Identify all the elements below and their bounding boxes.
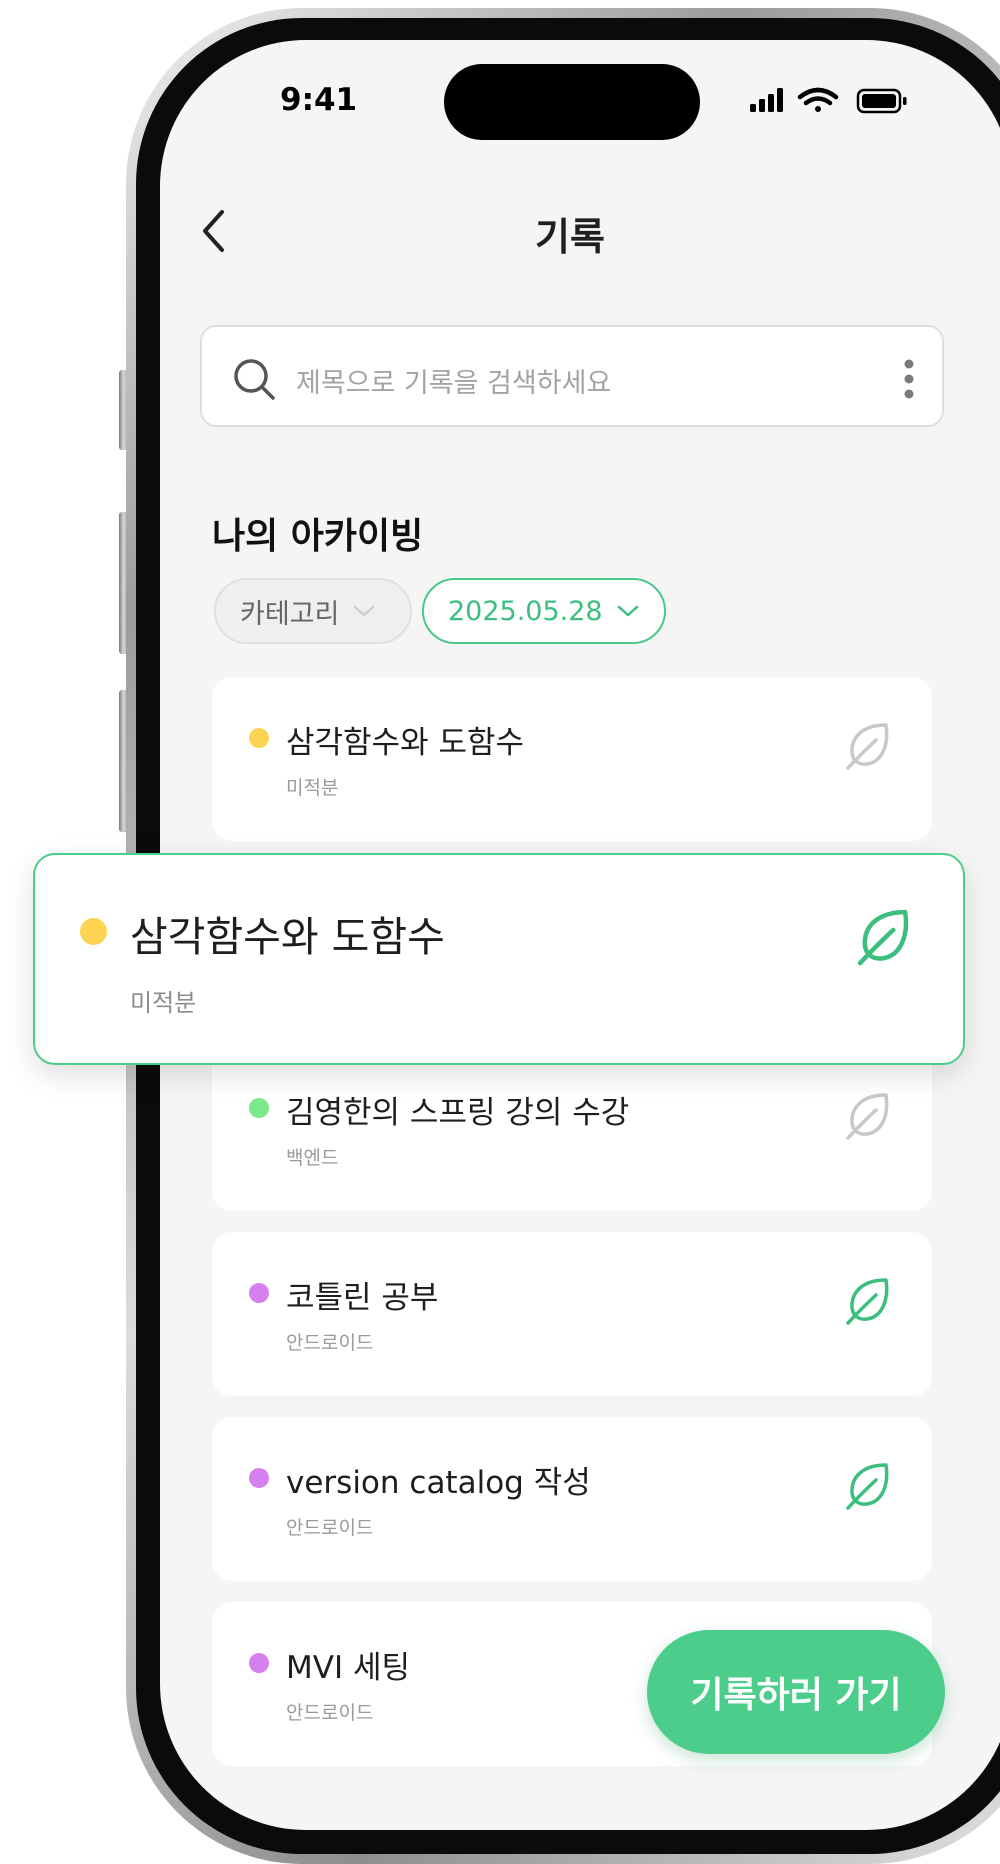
go-record-button[interactable]: 기록하러 가기 — [647, 1630, 945, 1754]
category-filter-label: 카테고리 — [240, 598, 340, 630]
category-dot — [249, 1098, 269, 1118]
record-category: 백엔드 — [286, 1147, 339, 1169]
back-button[interactable] — [200, 208, 228, 258]
record-card[interactable]: 김영한의 스프링 강의 수강 백엔드 — [212, 1047, 932, 1211]
record-category: 안드로이드 — [286, 1702, 374, 1724]
record-category: 미적분 — [286, 777, 339, 799]
leaf-icon[interactable] — [842, 719, 896, 777]
record-title: MVI 세팅 — [286, 1650, 410, 1686]
leaf-icon[interactable] — [842, 1274, 896, 1332]
signal-icon — [750, 88, 783, 112]
chevron-down-icon — [354, 605, 375, 617]
record-title: 김영한의 스프링 강의 수강 — [286, 1095, 630, 1131]
category-dot — [80, 918, 107, 945]
category-dot — [249, 1283, 269, 1303]
search-bar[interactable]: 제목으로 기록을 검색하세요 — [200, 325, 944, 427]
record-title: 삼각함수와 도함수 — [286, 725, 525, 761]
category-dot — [249, 1653, 269, 1673]
dynamic-island — [444, 64, 700, 140]
record-title: 코틀린 공부 — [286, 1280, 439, 1316]
date-filter[interactable]: 2025.05.28 — [422, 578, 666, 644]
record-title: 삼각함수와 도함수 — [130, 913, 445, 961]
record-card[interactable]: 코틀린 공부 안드로이드 — [212, 1232, 932, 1396]
record-category: 안드로이드 — [286, 1332, 374, 1354]
record-category: 미적분 — [130, 989, 197, 1017]
record-title: version catalog 작성 — [286, 1465, 591, 1501]
chevron-down-icon — [617, 605, 638, 617]
record-card[interactable]: version catalog 작성 안드로이드 — [212, 1417, 932, 1581]
dragged-record-card[interactable]: 삼각함수와 도함수 미적분 — [33, 853, 965, 1065]
section-title: 나의 아카이빙 — [212, 516, 424, 557]
category-dot — [249, 1468, 269, 1488]
date-filter-label: 2025.05.28 — [448, 595, 603, 627]
status-time: 9:41 — [280, 82, 358, 118]
search-input[interactable]: 제목으로 기록을 검색하세요 — [296, 361, 611, 400]
more-icon[interactable] — [902, 359, 916, 403]
back-icon — [203, 210, 224, 252]
leaf-icon[interactable] — [842, 1459, 896, 1517]
category-filter[interactable]: 카테고리 — [214, 578, 412, 644]
category-dot — [249, 728, 269, 748]
search-icon — [232, 357, 276, 405]
go-record-button-label: 기록하러 가기 — [690, 1675, 902, 1716]
record-card[interactable]: 삼각함수와 도함수 미적분 — [212, 677, 932, 841]
status-icons — [748, 86, 910, 116]
record-category: 안드로이드 — [286, 1517, 374, 1539]
leaf-icon[interactable] — [842, 1089, 896, 1147]
battery-icon — [856, 88, 907, 114]
page-title: 기록 — [535, 215, 605, 259]
leaf-icon[interactable] — [853, 905, 917, 973]
wifi-icon — [797, 87, 839, 112]
